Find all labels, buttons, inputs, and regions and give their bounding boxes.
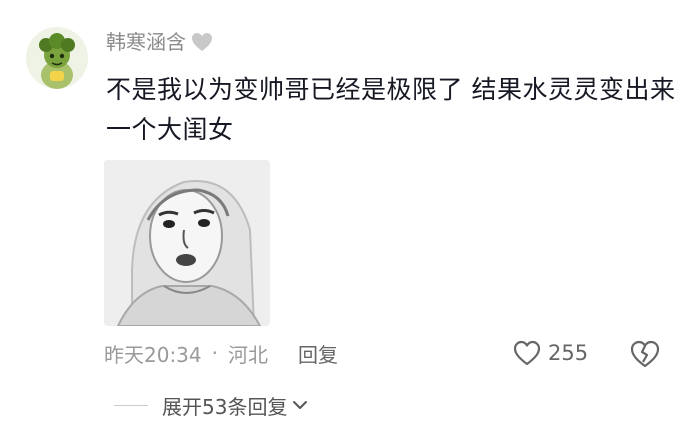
chevron-down-icon [293, 401, 308, 409]
dislike-button[interactable] [628, 338, 662, 370]
sketch-face-sticker [104, 160, 270, 326]
comment-time: 昨天20:34 [104, 342, 202, 367]
expand-divider-line [114, 404, 148, 406]
expand-replies-button[interactable]: 展开53条回复 [162, 391, 309, 420]
meta-separator: · [211, 341, 218, 365]
broken-heart-icon [630, 340, 660, 368]
comment-location: 河北 [228, 342, 268, 367]
like-button[interactable]: 255 [512, 337, 588, 369]
like-count: 255 [548, 341, 589, 365]
avatar[interactable] [26, 27, 88, 89]
username-row: 韩寒涵含 [106, 28, 214, 56]
username[interactable]: 韩寒涵含 [106, 28, 186, 56]
avatar-image [26, 27, 88, 89]
comment-text: 不是我以为变帅哥已经是极限了 结果水灵灵变出来一个大闺女 [106, 75, 676, 144]
comment-image[interactable] [104, 160, 270, 326]
expand-replies-row: 展开53条回复 [114, 390, 309, 420]
reply-button[interactable]: 回复 [298, 339, 338, 368]
expand-replies-label: 展开53条回复 [162, 394, 288, 419]
comment-meta: 昨天20:34 · 河北 回复 [104, 337, 338, 369]
heart-outline-icon [513, 340, 541, 366]
heart-icon [190, 31, 214, 53]
